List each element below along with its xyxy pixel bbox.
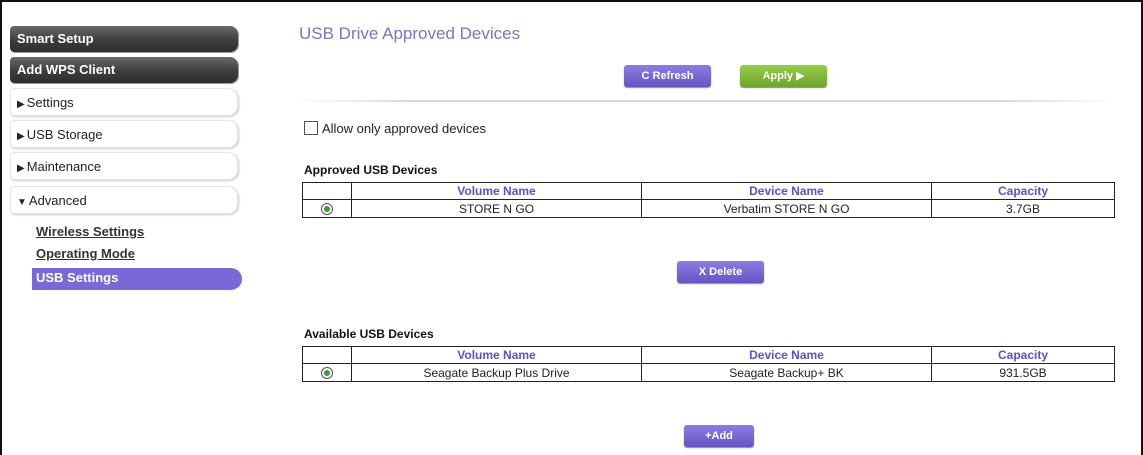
approved-devices-title: Approved USB Devices — [304, 163, 438, 177]
column-header-device: Device Name — [641, 182, 932, 200]
menu-settings[interactable]: ▶ Settings — [10, 88, 238, 116]
window-border-top — [0, 0, 1143, 2]
refresh-button[interactable]: C Refresh — [624, 65, 711, 87]
allow-approved-checkbox[interactable] — [304, 121, 318, 135]
select-column-header — [302, 182, 352, 200]
menu-usb-storage[interactable]: ▶ USB Storage — [10, 120, 238, 148]
table-header-row: Volume Name Device Name Capacity — [302, 182, 1115, 200]
device-name-cell: Seagate Backup+ BK — [641, 363, 932, 382]
menu-usb-storage-label: USB Storage — [26, 127, 103, 142]
available-devices-title: Available USB Devices — [304, 327, 434, 341]
column-header-capacity: Capacity — [931, 182, 1115, 200]
menu-advanced-label: Advanced — [28, 193, 87, 208]
allow-approved-label: Allow only approved devices — [322, 121, 487, 136]
column-header-device: Device Name — [641, 346, 932, 364]
capacity-cell: 931.5GB — [931, 363, 1115, 382]
select-cell[interactable] — [302, 199, 352, 218]
menu-maintenance-label: Maintenance — [26, 159, 102, 174]
sidebar-item-usb-settings[interactable]: USB Settings — [32, 268, 242, 290]
expand-arrow-icon: ▶ — [17, 163, 25, 174]
menu-settings-label: Settings — [26, 95, 74, 110]
column-header-volume: Volume Name — [351, 182, 642, 200]
select-column-header — [302, 346, 352, 364]
menu-advanced[interactable]: ▼ Advanced — [10, 186, 238, 214]
select-radio[interactable] — [321, 367, 333, 380]
window-border-left — [0, 0, 2, 455]
volume-name-cell: Seagate Backup Plus Drive — [351, 363, 642, 382]
page-title: USB Drive Approved Devices — [299, 24, 521, 43]
expand-arrow-icon: ▶ — [17, 131, 25, 142]
table-header-row: Volume Name Device Name Capacity — [302, 346, 1115, 364]
column-header-capacity: Capacity — [931, 346, 1115, 364]
volume-name-cell: STORE N GO — [351, 199, 642, 218]
approved-devices-table: Volume Name Device Name Capacity STORE N… — [302, 182, 1115, 218]
collapse-arrow-icon: ▼ — [17, 197, 27, 208]
select-radio[interactable] — [321, 203, 333, 216]
smart-setup-button[interactable]: Smart Setup — [10, 26, 238, 52]
capacity-cell: 3.7GB — [931, 199, 1115, 218]
table-row[interactable]: Seagate Backup Plus Drive Seagate Backup… — [302, 363, 1115, 382]
sidebar-item-operating-mode[interactable]: Operating Mode — [36, 246, 135, 261]
sidebar-item-wireless-settings[interactable]: Wireless Settings — [36, 224, 144, 239]
select-cell[interactable] — [302, 363, 352, 382]
device-name-cell: Verbatim STORE N GO — [641, 199, 932, 218]
column-header-volume: Volume Name — [351, 346, 642, 364]
add-wps-client-button[interactable]: Add WPS Client — [10, 57, 238, 83]
delete-button[interactable]: X Delete — [677, 261, 764, 283]
divider — [295, 100, 1115, 102]
menu-maintenance[interactable]: ▶ Maintenance — [10, 152, 238, 180]
table-row[interactable]: STORE N GO Verbatim STORE N GO 3.7GB — [302, 199, 1115, 218]
add-button[interactable]: +Add — [684, 425, 754, 447]
expand-arrow-icon: ▶ — [17, 99, 25, 110]
available-devices-table: Volume Name Device Name Capacity Seagate… — [302, 346, 1115, 382]
apply-button[interactable]: Apply ▶ — [740, 65, 827, 87]
